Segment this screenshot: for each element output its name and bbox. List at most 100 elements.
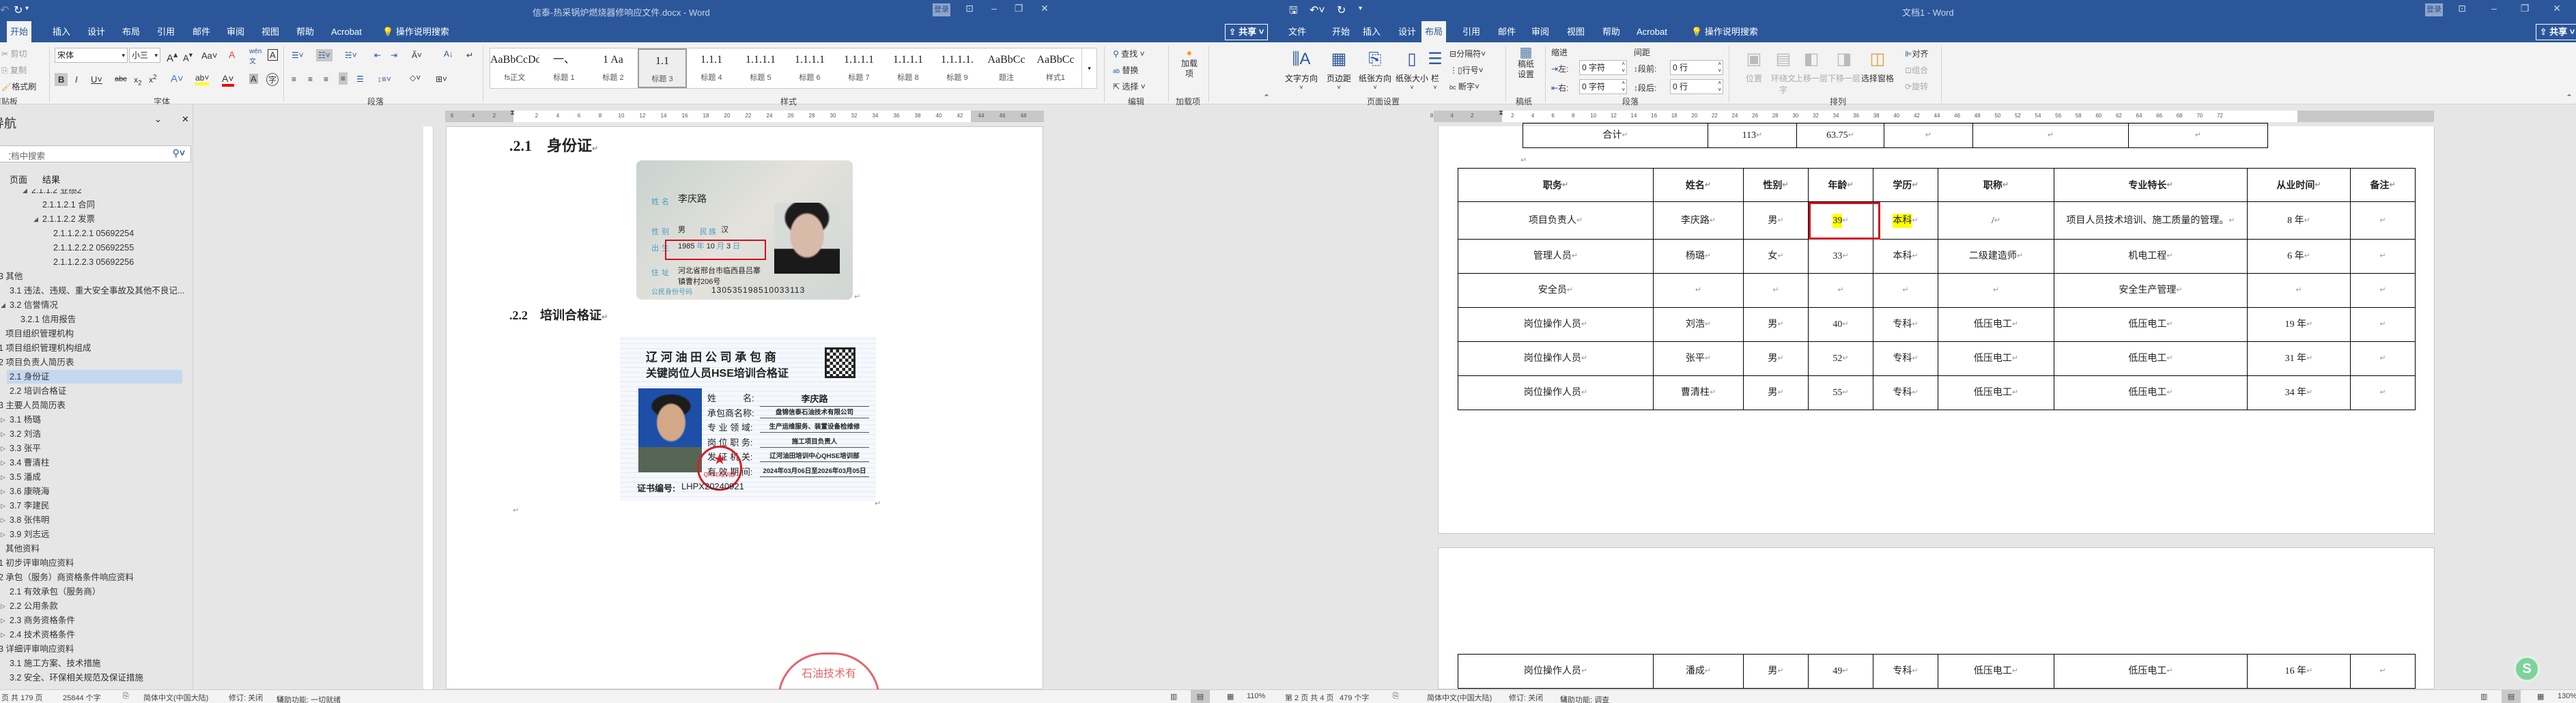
restore-icon[interactable]: ❐: [1012, 3, 1025, 14]
nav-item[interactable]: 3.1 施工方案、技术措施: [0, 657, 193, 670]
table-cell[interactable]: 6 年 ↵: [2247, 239, 2351, 274]
nav-item[interactable]: ▷ 3.1 杨璐: [0, 413, 193, 427]
tab-5[interactable]: 引用: [1459, 21, 1484, 42]
spacing-after-input[interactable]: 0 行 ˄ ˅: [1670, 79, 1723, 94]
table-cell[interactable]: 男 ↵: [1743, 341, 1809, 376]
style-item[interactable]: AaBbCc 题注: [982, 48, 1031, 88]
table-cell[interactable]: 113 ↵: [1708, 123, 1797, 148]
nav-item[interactable]: 2 项目负责人简历表: [0, 356, 193, 369]
table-cell[interactable]: 专科 ↵: [1873, 654, 1938, 689]
indent-left-input[interactable]: 0 字符 ˄ ˅: [1579, 60, 1627, 75]
table-cell[interactable]: 岗位操作人员 ↵: [1458, 307, 1654, 342]
text-effects-icon[interactable]: A˅: [171, 73, 184, 85]
addins-button[interactable]: ● 加载项: [1179, 48, 1200, 79]
table-cell[interactable]: 刘浩 ↵: [1653, 307, 1744, 342]
table-cell[interactable]: 低压电工 ↵: [1938, 307, 2054, 342]
font-name-select[interactable]: 宋体 ▾: [55, 48, 128, 63]
style-item[interactable]: 1.1.1.1 标题 6: [785, 48, 834, 88]
nav-item[interactable]: ▷ 3.6 康晓海: [0, 485, 193, 498]
nav-item[interactable]: 1 初步评审响应资料: [0, 556, 193, 570]
tab-6[interactable]: 邮件: [1495, 21, 1519, 42]
table-cell[interactable]: ↵: [1884, 123, 1973, 148]
character-shading-icon[interactable]: A: [249, 74, 258, 84]
table-cell[interactable]: 安全生产管理 ↵: [2054, 273, 2248, 308]
nav-item[interactable]: 3.2.1 信用报告: [0, 313, 193, 326]
word-count[interactable]: 25844 个字: [63, 692, 101, 703]
nav-item[interactable]: ▷ 3.3 张平: [0, 442, 193, 455]
bold-button[interactable]: B: [55, 73, 68, 86]
table-cell[interactable]: 低压电工 ↵: [2054, 654, 2248, 689]
expand-triangle-icon[interactable]: ▷: [1, 628, 5, 642]
nav-item[interactable]: 3 其他: [0, 270, 193, 283]
spinner-icon[interactable]: ˄ ˅: [1622, 80, 1625, 94]
font-color-icon[interactable]: A˅: [222, 73, 234, 87]
tab-5[interactable]: 邮件: [189, 21, 214, 42]
language[interactable]: 简体中文(中国大陆): [143, 692, 208, 703]
numbering-icon[interactable]: ☷˅: [316, 49, 332, 61]
subscript-button[interactable]: x2: [134, 75, 142, 87]
table-header-cell[interactable]: 专业特长 ↵: [2054, 168, 2248, 202]
hyphenation-button[interactable]: bc 断字˅: [1449, 81, 1480, 92]
floating-assistant-icon[interactable]: S: [2513, 655, 2540, 683]
expand-triangle-icon[interactable]: ▷: [1, 599, 5, 613]
print-layout-icon[interactable]: ▤: [1191, 690, 1210, 703]
collapse-triangle-icon[interactable]: ◢: [23, 189, 27, 197]
table-cell[interactable]: / ↵: [1938, 201, 2054, 240]
table-cell[interactable]: 潘成 ↵: [1653, 654, 1744, 689]
nav-item[interactable]: 2 承包（服务）商资格条件响应资料: [0, 571, 193, 584]
zoom-level[interactable]: 110%: [1247, 692, 1265, 700]
table-cell[interactable]: 杨璐 ↵: [1653, 239, 1744, 274]
table-cell[interactable]: ↵: [2350, 341, 2416, 376]
table-cell[interactable]: 二级建造师 ↵: [1938, 239, 2054, 274]
restore-icon[interactable]: ❐: [2518, 3, 2532, 14]
undo-icon[interactable]: ↶˅: [1310, 3, 1325, 17]
redo-icon[interactable]: ↻: [1337, 3, 1346, 17]
align-right-icon[interactable]: ≡: [324, 74, 328, 84]
page-count[interactable]: 页 共 179 页: [1, 692, 43, 703]
table-cell[interactable]: 40 ↵: [1808, 307, 1873, 342]
customize-quick-access-icon[interactable]: ▾: [1359, 5, 1362, 12]
tab-3[interactable]: 设计: [1395, 21, 1419, 42]
ribbon-display-options-icon[interactable]: ⊡: [2455, 3, 2469, 14]
shrink-font-icon[interactable]: A▾: [183, 51, 193, 63]
group-button[interactable]: ⊡组合: [1905, 64, 1928, 76]
style-item[interactable]: 1.1.1.1. 标题 9: [933, 48, 982, 88]
table-cell[interactable]: 专科 ↵: [1873, 307, 1938, 342]
table-cell[interactable]: 男 ↵: [1743, 307, 1809, 342]
table-header-cell[interactable]: 职称 ↵: [1938, 168, 2054, 202]
minimize-icon[interactable]: –: [2487, 3, 2501, 14]
italic-button[interactable]: I: [75, 74, 78, 85]
highlight-color-icon[interactable]: ab˅: [195, 73, 210, 85]
superscript-button[interactable]: x2: [149, 74, 157, 85]
collapse-ribbon-icon[interactable]: ⌃: [1263, 93, 1270, 102]
style-item[interactable]: AaBbCcDdI fs正文: [490, 48, 539, 88]
table-cell[interactable]: 合计 ↵: [1523, 123, 1708, 148]
nav-item[interactable]: ◢ 2.1.1.2.2 发票: [0, 212, 193, 226]
indent-right-input[interactable]: 0 字符 ˄ ˅: [1579, 79, 1627, 94]
nav-item[interactable]: 3.1 违法、违规、重大安全事故及其他不良记...: [0, 284, 193, 298]
training-certificate-image[interactable]: 辽 河 油 田 公 司 承 包 商 关键岗位人员HSE培训合格证 姓 名: 李庆路…: [620, 336, 876, 501]
table-cell[interactable]: 张平 ↵: [1653, 341, 1744, 376]
nav-item[interactable]: 2.1.1.2.2.1 05692254: [0, 227, 193, 240]
nav-item[interactable]: 3.2 安全、环保相关规范及保证措施: [0, 671, 193, 685]
style-item[interactable]: AaBbCc 样式1: [1031, 48, 1080, 88]
table-cell[interactable]: ↵: [2350, 273, 2416, 308]
nav-close-icon[interactable]: ✕: [182, 114, 189, 125]
table-cell[interactable]: 本科 ↵: [1873, 239, 1938, 274]
track-changes-status[interactable]: 修订: 关闭: [1509, 692, 1543, 703]
table-cell[interactable]: 低压电工 ↵: [2054, 307, 2248, 342]
table-cell[interactable]: 专科 ↵: [1873, 341, 1938, 376]
table-cell[interactable]: ↵: [1972, 123, 2129, 148]
nav-tab-results[interactable]: 结果: [42, 173, 60, 186]
spinner-icon[interactable]: ˄ ˅: [1622, 61, 1625, 74]
tell-me-search[interactable]: 💡 操作说明搜索: [1688, 21, 1761, 42]
table-cell[interactable]: 低压电工 ↵: [1938, 654, 2054, 689]
align-left-icon[interactable]: ≡: [292, 74, 296, 84]
enclose-characters-icon[interactable]: 字: [266, 73, 279, 86]
nav-item[interactable]: ◢ 3.2 信誉情况: [0, 298, 193, 312]
spinner-icon[interactable]: ˄ ˅: [1718, 61, 1721, 74]
change-case-icon[interactable]: Aa˅: [201, 51, 218, 61]
nav-item[interactable]: ▷ 3.8 张伟明: [0, 513, 193, 527]
line-spacing-icon[interactable]: ↕≡˅: [378, 74, 391, 84]
nav-search-input[interactable]: 在文档中搜索 ⚲˅: [0, 145, 191, 162]
